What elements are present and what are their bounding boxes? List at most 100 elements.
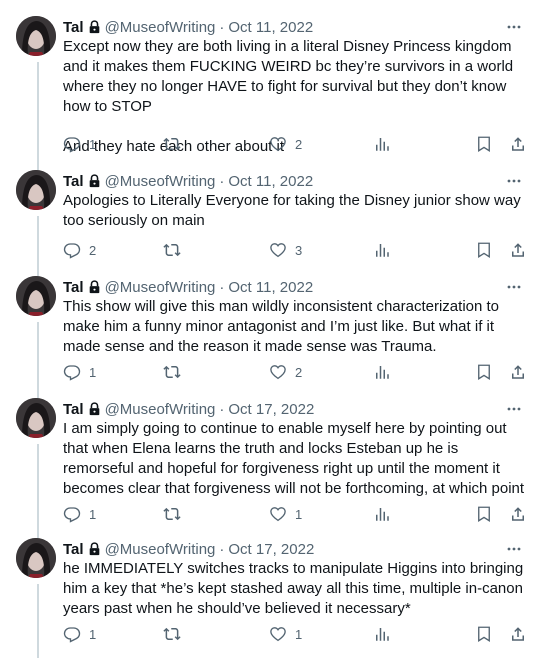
reply-button[interactable]: 1 [63, 362, 96, 382]
handle[interactable]: @MuseofWriting [105, 541, 216, 558]
like-button[interactable]: 1 [269, 504, 302, 524]
tweet[interactable]: Tal @MuseofWriting · Oct 17, 2022 he IMM… [0, 538, 540, 658]
retweet-button[interactable] [163, 624, 189, 644]
timestamp[interactable]: Oct 11, 2022 [228, 279, 313, 296]
like-button[interactable]: 1 [269, 624, 302, 644]
like-count: 2 [295, 364, 303, 380]
views-button[interactable] [373, 240, 391, 260]
views-button[interactable] [373, 624, 391, 644]
heart-icon [270, 243, 286, 258]
views-icon [376, 628, 389, 641]
like-button[interactable]: 2 [269, 362, 302, 382]
views-button[interactable] [373, 504, 391, 524]
timestamp[interactable]: Oct 17, 2022 [228, 541, 314, 558]
retweet-button[interactable] [163, 134, 189, 154]
timestamp[interactable]: Oct 11, 2022 [228, 19, 313, 36]
action-bar: 1 2 [63, 362, 525, 382]
share-icon [512, 507, 524, 521]
display-name[interactable]: Tal [63, 19, 84, 36]
views-button[interactable] [373, 134, 391, 154]
tweet[interactable]: Tal @MuseofWriting · Oct 11, 2022 Except… [0, 16, 540, 166]
bookmark-button[interactable] [475, 134, 493, 154]
handle[interactable]: @MuseofWriting [105, 401, 216, 418]
display-name[interactable]: Tal [63, 173, 84, 190]
avatar[interactable] [16, 16, 56, 56]
lock-icon [89, 280, 99, 294]
reply-button[interactable]: 1 [63, 134, 96, 154]
reply-count: 1 [89, 136, 97, 152]
display-name[interactable]: Tal [63, 279, 84, 296]
share-button[interactable] [509, 362, 527, 382]
handle[interactable]: @MuseofWriting [105, 279, 216, 296]
bookmark-icon [478, 136, 490, 152]
separator: · [219, 400, 225, 418]
tweet-header: Tal @MuseofWriting · Oct 17, 2022 [63, 399, 524, 419]
heart-icon [270, 137, 286, 152]
avatar[interactable] [16, 276, 56, 316]
reply-count: 1 [89, 626, 97, 642]
action-bar: 2 3 [63, 240, 525, 260]
like-count: 1 [295, 626, 303, 642]
views-button[interactable] [373, 362, 391, 382]
heart-icon [270, 507, 286, 522]
display-name[interactable]: Tal [63, 541, 84, 558]
bookmark-icon [478, 506, 490, 522]
bookmark-button[interactable] [475, 362, 493, 382]
handle[interactable]: @MuseofWriting [105, 19, 216, 36]
views-icon [376, 508, 389, 521]
tweet[interactable]: Tal @MuseofWriting · Oct 11, 2022 This s… [0, 276, 540, 398]
like-button[interactable]: 2 [269, 134, 302, 154]
reply-button[interactable]: 1 [63, 504, 96, 524]
reply-icon [63, 507, 81, 523]
reply-count: 1 [89, 364, 97, 380]
more-icon[interactable] [506, 279, 522, 295]
reply-button[interactable]: 1 [63, 624, 96, 644]
tweet-text: I am simply going to continue to enable … [63, 420, 525, 497]
share-button[interactable] [509, 504, 527, 524]
lock-icon [89, 174, 99, 188]
reply-icon [63, 243, 81, 259]
reply-count: 1 [89, 506, 97, 522]
bookmark-button[interactable] [475, 240, 493, 260]
share-button[interactable] [509, 240, 527, 260]
share-button[interactable] [509, 624, 527, 644]
handle[interactable]: @MuseofWriting [105, 173, 216, 190]
lock-icon [89, 20, 99, 34]
more-icon[interactable] [506, 173, 522, 189]
lock-icon [89, 402, 99, 416]
avatar[interactable] [16, 170, 56, 210]
reply-icon [63, 627, 81, 643]
separator: · [219, 18, 225, 36]
bookmark-button[interactable] [475, 504, 493, 524]
retweet-button[interactable] [163, 362, 189, 382]
retweet-icon [163, 507, 181, 521]
tweet-header: Tal @MuseofWriting · Oct 11, 2022 [63, 171, 524, 191]
tweet[interactable]: Tal @MuseofWriting · Oct 17, 2022 I am s… [0, 398, 540, 538]
bookmark-icon [478, 364, 490, 380]
avatar[interactable] [16, 538, 56, 578]
like-count: 3 [295, 242, 303, 258]
timestamp[interactable]: Oct 11, 2022 [228, 173, 313, 190]
reply-button[interactable]: 2 [63, 240, 96, 260]
retweet-button[interactable] [163, 240, 189, 260]
more-icon[interactable] [506, 541, 522, 557]
like-count: 1 [295, 506, 303, 522]
action-bar: 1 1 [63, 504, 525, 524]
like-button[interactable]: 3 [269, 240, 302, 260]
bookmark-button[interactable] [475, 624, 493, 644]
more-icon[interactable] [506, 401, 522, 417]
avatar[interactable] [16, 398, 56, 438]
separator: · [219, 278, 225, 296]
retweet-icon [163, 365, 181, 379]
retweet-button[interactable] [163, 504, 189, 524]
more-icon[interactable] [506, 19, 522, 35]
timestamp[interactable]: Oct 17, 2022 [228, 401, 314, 418]
action-bar: 1 1 [63, 624, 525, 644]
retweet-icon [163, 243, 181, 257]
separator: · [219, 540, 225, 558]
tweet[interactable]: Tal @MuseofWriting · Oct 11, 2022 Apolog… [0, 170, 540, 276]
tweet-text: he IMMEDIATELY switches tracks to manipu… [63, 560, 528, 617]
display-name[interactable]: Tal [63, 401, 84, 418]
share-icon [512, 365, 524, 379]
share-button[interactable] [509, 134, 527, 154]
